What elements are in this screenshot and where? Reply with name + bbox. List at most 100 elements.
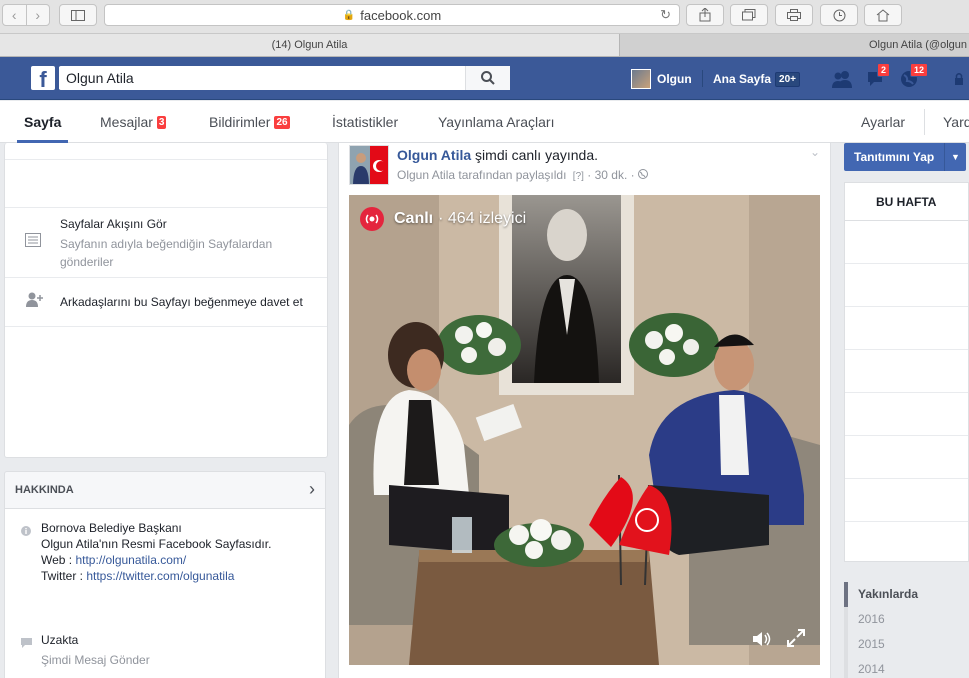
about-title: HAKKINDA bbox=[15, 484, 74, 496]
sayfa-akisi-row[interactable]: Sayfalar Akışını Gör Sayfanın adıyla beğ… bbox=[5, 207, 327, 277]
share-icon[interactable] bbox=[686, 4, 724, 26]
facebook-header: f Olgun Ana Sayfa 20+ 2 12 bbox=[0, 57, 969, 100]
tab-yayinlama-araclari[interactable]: Yayınlama Araçları bbox=[438, 101, 554, 143]
tab-mesajlar[interactable]: Mesajlar 3 bbox=[100, 101, 167, 143]
week-row bbox=[845, 307, 968, 350]
messages-button[interactable]: 2 bbox=[863, 63, 891, 90]
print-icon[interactable] bbox=[775, 4, 813, 26]
volume-icon[interactable] bbox=[752, 630, 772, 653]
address-bar[interactable]: 🔒 facebook.com ↻ bbox=[104, 4, 680, 26]
forward-icon[interactable]: › bbox=[27, 5, 50, 25]
post-author-link[interactable]: Olgun Atila bbox=[397, 147, 471, 163]
back-icon[interactable]: ‹ bbox=[3, 5, 27, 25]
invite-text: Arkadaşlarını bu Sayfayı beğenmeye davet… bbox=[60, 295, 303, 309]
about-section: Bornova Belediye Başkanı Olgun Atila'nın… bbox=[4, 509, 326, 678]
live-label: Canlı bbox=[394, 210, 434, 227]
this-week-panel: BU HAFTA bbox=[844, 182, 969, 562]
week-row bbox=[845, 479, 968, 522]
header-divider bbox=[702, 70, 703, 87]
friend-requests-button[interactable] bbox=[829, 68, 855, 90]
post-time[interactable]: 30 dk. bbox=[595, 168, 628, 182]
settings-button[interactable] bbox=[950, 68, 969, 90]
live-icon bbox=[360, 207, 384, 231]
tab-sayfa[interactable]: Sayfa bbox=[16, 101, 69, 143]
lock-menu-icon bbox=[954, 73, 963, 85]
twitter-link[interactable]: https://twitter.com/olgunatila bbox=[86, 569, 234, 583]
tab-divider bbox=[924, 109, 925, 135]
profile-name: Olgun bbox=[657, 72, 692, 86]
tab-strip: (14) Olgun Atila Olgun Atila (@olgun bbox=[0, 34, 969, 57]
tab-label: Bildirimler bbox=[209, 114, 271, 130]
tab-label: Mesajlar bbox=[100, 114, 153, 130]
year-recent[interactable]: Yakınlarda bbox=[844, 582, 969, 607]
search-box bbox=[59, 66, 510, 90]
tab-ayarlar[interactable]: Ayarlar bbox=[861, 101, 905, 143]
sidebar-icon[interactable] bbox=[59, 4, 97, 26]
nav-buttons: ‹ › bbox=[2, 4, 50, 26]
tab-count-badge: 26 bbox=[274, 115, 290, 129]
week-row bbox=[845, 350, 968, 393]
away-status: Uzakta bbox=[41, 633, 79, 647]
page-tab-bar: Sayfa Mesajlar 3 Bildirimler 26 İstatistik… bbox=[0, 101, 969, 143]
reload-icon[interactable]: ↻ bbox=[660, 7, 671, 23]
tab-yardim[interactable]: Yard bbox=[943, 101, 969, 143]
promote-label: Tanıtımını Yap bbox=[854, 150, 935, 164]
year-2016[interactable]: 2016 bbox=[844, 607, 969, 632]
lock-icon: 🔒 bbox=[342, 9, 356, 21]
tab-olgun-atila-twitter[interactable]: Olgun Atila (@olgun bbox=[621, 34, 969, 56]
chevron-down-icon[interactable]: ⌄ bbox=[810, 145, 820, 159]
search-button[interactable] bbox=[465, 66, 510, 90]
divider bbox=[5, 326, 327, 327]
video-frame bbox=[349, 195, 820, 665]
tab-label: İstatistikler bbox=[332, 114, 399, 130]
promote-button[interactable]: Tanıtımını Yap ▼ bbox=[844, 143, 966, 171]
viewer-count: · 464 izleyici bbox=[438, 210, 527, 227]
live-video-player[interactable]: Canlı · 464 izleyici bbox=[349, 195, 820, 665]
chevron-right-icon: › bbox=[309, 479, 315, 499]
search-input[interactable] bbox=[59, 67, 465, 89]
tab-title: Olgun Atila (@olgun bbox=[868, 39, 967, 51]
home-link[interactable]: Ana Sayfa 20+ bbox=[713, 68, 800, 90]
profile-link[interactable]: Olgun bbox=[631, 68, 692, 90]
post-header: Olgun Atila şimdi canlı yayında. bbox=[397, 147, 598, 163]
invite-friends-row[interactable]: Arkadaşlarını bu Sayfayı beğenmeye davet… bbox=[5, 277, 327, 327]
notifications-badge: 12 bbox=[910, 63, 929, 77]
this-week-header: BU HAFTA bbox=[845, 183, 968, 221]
add-friend-icon bbox=[25, 292, 43, 311]
website-link[interactable]: http://olgunatila.com/ bbox=[75, 553, 186, 567]
tab-count-badge: 3 bbox=[156, 115, 167, 129]
post-meta: Olgun Atila tarafından paylaşıldı [?] · … bbox=[397, 168, 648, 182]
tab-label: Ayarlar bbox=[861, 114, 906, 130]
url-text: facebook.com bbox=[360, 7, 442, 23]
home-label: Ana Sayfa bbox=[713, 72, 772, 86]
week-row bbox=[845, 264, 968, 307]
home-icon[interactable] bbox=[864, 4, 902, 26]
year-2014[interactable]: 2014 bbox=[844, 657, 969, 678]
tab-label: Yard bbox=[943, 114, 969, 130]
shared-by: Olgun Atila tarafından paylaşıldı bbox=[397, 168, 567, 182]
tabs-overview-icon[interactable] bbox=[730, 4, 768, 26]
tab-olgun-atila-facebook[interactable]: (14) Olgun Atila bbox=[0, 34, 620, 56]
tab-bildirimler[interactable]: Bildirimler 26 bbox=[209, 101, 290, 143]
divider bbox=[5, 159, 327, 160]
fullscreen-icon[interactable] bbox=[786, 628, 806, 653]
post-action: şimdi canlı yayında. bbox=[475, 147, 598, 163]
send-message-link[interactable]: Şimdi Mesaj Gönder bbox=[41, 652, 150, 668]
tab-istatistikler[interactable]: İstatistikler bbox=[332, 101, 398, 143]
avatar bbox=[631, 69, 651, 89]
web-row: Web : http://olgunatila.com/ bbox=[41, 552, 321, 568]
news-feed-icon bbox=[25, 233, 41, 250]
search-icon bbox=[481, 71, 495, 85]
notifications-button[interactable]: 12 bbox=[896, 63, 929, 90]
browser-toolbar: ‹ › 🔒 facebook.com ↻ bbox=[0, 0, 969, 34]
year-2015[interactable]: 2015 bbox=[844, 632, 969, 657]
feed-description: Sayfanın adıyla beğendiğin Sayfalardan g… bbox=[60, 237, 273, 269]
about-header[interactable]: HAKKINDA › bbox=[4, 471, 326, 509]
facebook-logo[interactable]: f bbox=[31, 66, 55, 90]
caret-down-icon[interactable]: ▼ bbox=[944, 143, 966, 171]
help-link[interactable]: [?] bbox=[573, 171, 584, 182]
post-author-avatar[interactable] bbox=[349, 145, 389, 185]
history-icon[interactable] bbox=[820, 4, 858, 26]
week-row bbox=[845, 393, 968, 436]
live-post: Olgun Atila şimdi canlı yayında. Olgun A… bbox=[338, 143, 831, 678]
